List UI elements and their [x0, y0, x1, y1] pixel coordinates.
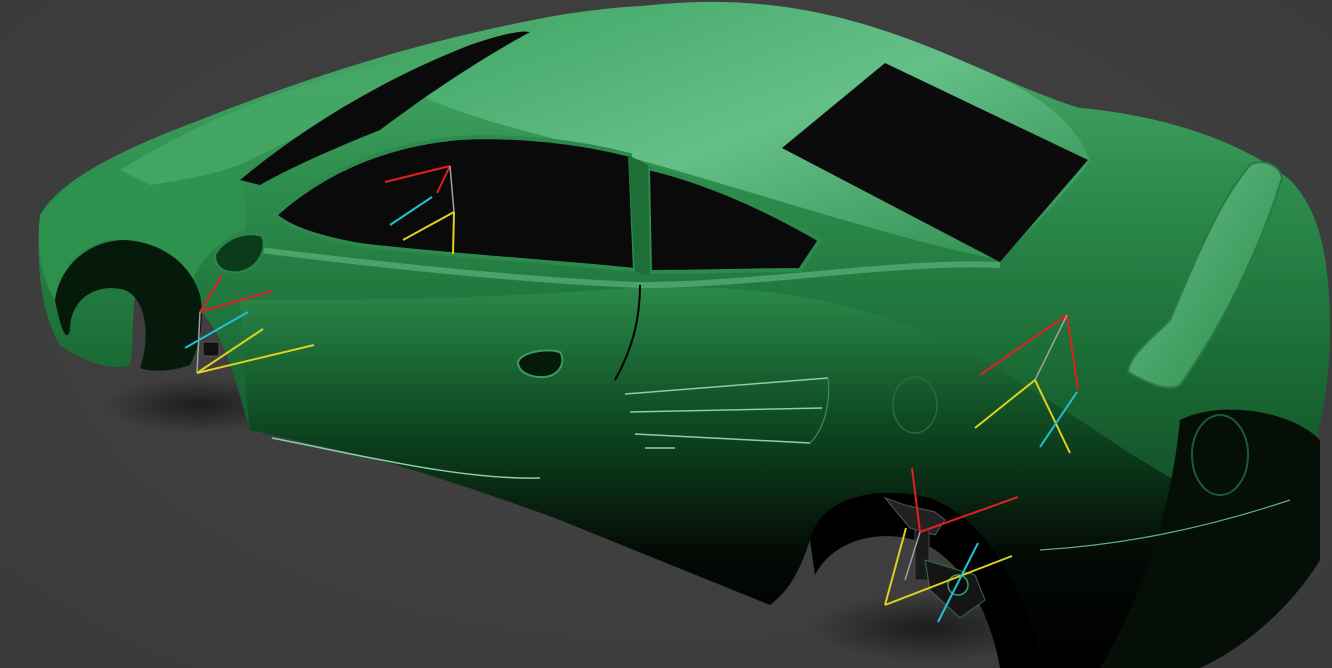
3d-viewport[interactable] [0, 0, 1332, 668]
car-render-scene[interactable] [0, 0, 1332, 668]
front-suspension [202, 341, 220, 357]
door-handle[interactable] [516, 349, 564, 379]
